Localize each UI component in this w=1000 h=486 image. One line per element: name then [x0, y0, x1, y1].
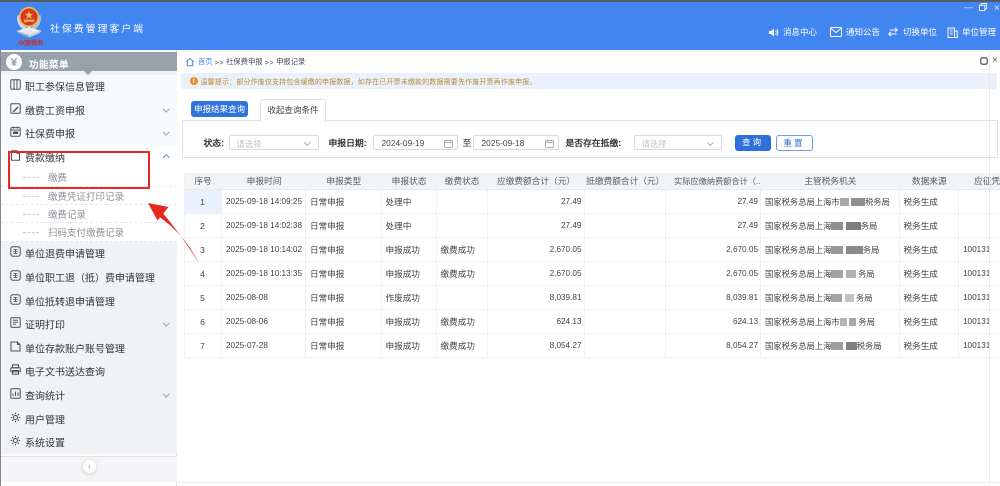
svg-text:中国税务: 中国税务 — [18, 38, 44, 48]
